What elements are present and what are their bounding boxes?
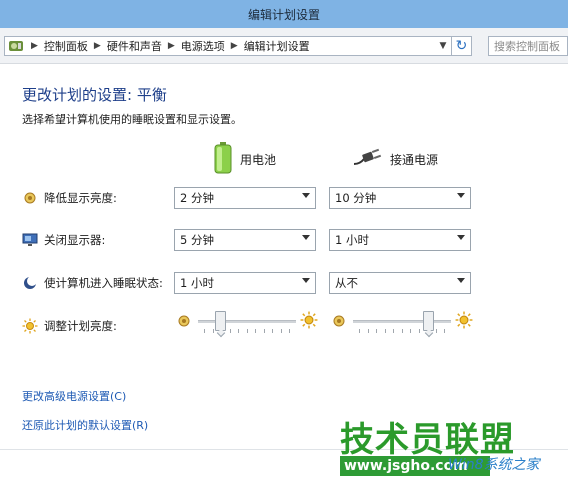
chevron-down-icon [457, 193, 465, 198]
advanced-power-settings-link[interactable]: 更改高级电源设置(C) [22, 388, 126, 404]
battery-column-label: 用电池 [240, 152, 277, 167]
slider-thumb[interactable] [422, 311, 434, 331]
sleep-row-label: 使计算机进入睡眠状态: [22, 273, 163, 293]
turn-off-display-battery-select[interactable]: 5 分钟 [174, 229, 316, 251]
plugged-column-header: 接通电源 [352, 142, 438, 176]
battery-column-header: 用电池 [214, 141, 277, 177]
brightness-plugged-slider[interactable] [331, 311, 473, 333]
breadcrumb-arrow-icon: ▶ [167, 41, 175, 51]
dim-display-plugged-select[interactable]: 10 分钟 [329, 187, 471, 209]
refresh-icon: ↻ [455, 38, 468, 54]
navigation-bar: ▶ 控制面板 ▶ 硬件和声音 ▶ 电源选项 ▶ 编辑计划设置 ▼ ↻ [0, 28, 568, 64]
monitor-icon [22, 232, 38, 248]
watermark-brand: Win8系统之家 [448, 457, 540, 473]
sleep-plugged-value: 从不 [335, 276, 358, 290]
power-plug-icon [352, 148, 382, 171]
breadcrumb-arrow-icon: ▶ [31, 41, 38, 51]
sleep-battery-value: 1 小时 [180, 276, 214, 290]
brightness-battery-slider[interactable] [176, 311, 318, 333]
breadcrumb-arrow-icon: ▶ [230, 41, 238, 51]
window-title: 编辑计划设置 [247, 8, 320, 22]
restore-defaults-link[interactable]: 还原此计划的默认设置(R) [22, 417, 148, 433]
breadcrumb-power-options[interactable]: 电源选项 [181, 38, 225, 54]
sun-icon [22, 318, 38, 334]
breadcrumb-control-panel[interactable]: 控制面板 [44, 38, 88, 54]
dim-display-row-label: 降低显示亮度: [22, 188, 117, 208]
refresh-button[interactable]: ↻ [452, 36, 472, 56]
chevron-down-icon [302, 193, 310, 198]
turn-off-display-row-label: 关闭显示器: [22, 230, 105, 250]
address-dropdown-icon[interactable]: ▼ [435, 37, 451, 55]
sleep-label: 使计算机进入睡眠状态: [44, 276, 163, 290]
moon-icon [22, 275, 38, 291]
slider-thumb[interactable] [215, 311, 227, 331]
turn-off-display-plugged-select[interactable]: 1 小时 [329, 229, 471, 251]
breadcrumb-arrow-icon: ▶ [93, 41, 101, 51]
dim-brightness-icon [22, 190, 38, 206]
slider-track [353, 320, 451, 323]
battery-icon [214, 141, 232, 177]
sleep-battery-select[interactable]: 1 小时 [174, 272, 316, 294]
dim-brightness-icon [178, 315, 190, 327]
sleep-plugged-select[interactable]: 从不 [329, 272, 471, 294]
page-subtitle: 选择希望计算机使用的睡眠设置和显示设置。 [22, 113, 242, 126]
watermark: 技术员联盟 www.jsgho.com Win8系统之家 [336, 412, 568, 478]
chevron-down-icon [457, 235, 465, 240]
bright-sun-icon [455, 311, 473, 329]
dim-display-battery-value: 2 分钟 [180, 191, 214, 205]
bright-sun-icon [300, 311, 318, 329]
title-bar: 编辑计划设置 [0, 0, 568, 28]
chevron-down-icon [302, 235, 310, 240]
breadcrumb-hardware-sound[interactable]: 硬件和声音 [107, 38, 162, 54]
dim-display-label: 降低显示亮度: [44, 191, 117, 205]
plugged-column-label: 接通电源 [390, 152, 439, 167]
dim-brightness-icon [333, 315, 345, 327]
control-panel-icon [7, 37, 25, 55]
chevron-down-icon [457, 278, 465, 283]
chevron-down-icon [302, 278, 310, 283]
turn-off-display-label: 关闭显示器: [44, 233, 106, 247]
brightness-label: 调整计划亮度: [44, 319, 117, 333]
address-bar[interactable]: ▶ 控制面板 ▶ 硬件和声音 ▶ 电源选项 ▶ 编辑计划设置 ▼ [4, 36, 452, 56]
page-title: 更改计划的设置: 平衡 [22, 86, 167, 104]
dim-display-battery-select[interactable]: 2 分钟 [174, 187, 316, 209]
search-input[interactable] [488, 36, 568, 56]
breadcrumb-edit-plan[interactable]: 编辑计划设置 [244, 38, 310, 54]
brightness-row-label: 调整计划亮度: [22, 316, 117, 336]
turn-off-display-plugged-value: 1 小时 [335, 233, 369, 247]
slider-track [198, 320, 296, 323]
turn-off-display-battery-value: 5 分钟 [180, 233, 214, 247]
dim-display-plugged-value: 10 分钟 [335, 191, 377, 205]
